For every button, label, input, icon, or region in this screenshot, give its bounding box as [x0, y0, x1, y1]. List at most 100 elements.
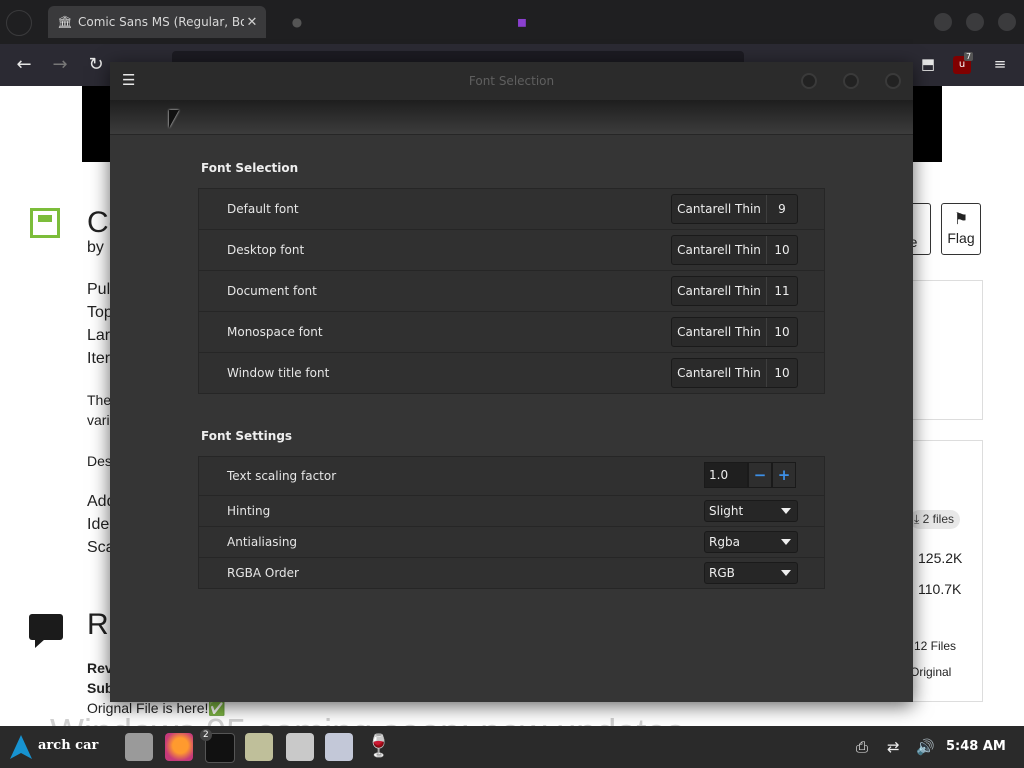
- font-size: 9: [778, 202, 786, 216]
- font-selection-dialog: Font Selection ☰ Font Selection Default …: [110, 62, 913, 702]
- font-row-monospace: Monospace font Cantarell Thin 10: [199, 312, 824, 353]
- dropdown-value: Slight: [709, 504, 744, 518]
- font-settings-list: Text scaling factor 1.0 − + Hinting Slig…: [198, 456, 825, 589]
- tab-comic-sans[interactable]: 🏛 Comic Sans MS (Regular, Bold) ✕: [48, 6, 266, 38]
- network-icon[interactable]: ⇄: [887, 737, 900, 757]
- font-name: Cantarell Thin: [672, 359, 767, 387]
- meta-line: Pul: [87, 281, 111, 298]
- author-line: by: [87, 239, 104, 256]
- menu-icon[interactable]: ≡: [990, 54, 1010, 74]
- setting-label: RGBA Order: [227, 566, 299, 580]
- maximize-icon[interactable]: [966, 13, 984, 31]
- font-name: Cantarell Thin: [672, 277, 767, 305]
- decrease-icon[interactable]: −: [748, 462, 772, 488]
- dropdown-arrow-icon: [781, 570, 791, 576]
- files-count: 12 Files: [914, 639, 957, 653]
- flag-icon: ⚑: [953, 209, 969, 228]
- close-window-icon[interactable]: [998, 13, 1016, 31]
- dropdown-value: RGB: [709, 566, 735, 580]
- font-row-window-title: Window title font Cantarell Thin 10: [199, 353, 824, 393]
- document-font-button[interactable]: Cantarell Thin 11: [671, 276, 798, 306]
- comment-icon: [29, 614, 63, 648]
- tab-second[interactable]: ●: [280, 6, 480, 38]
- scaling-spinbutton: 1.0 − +: [704, 462, 798, 488]
- tab-overflow-icon[interactable]: [6, 10, 32, 36]
- default-font-button[interactable]: Cantarell Thin 9: [671, 194, 798, 224]
- description-line: Des: [87, 453, 112, 469]
- start-menu-label[interactable]: arch car: [38, 738, 98, 753]
- font-selection-list: Default font Cantarell Thin 9 Desktop fo…: [198, 188, 825, 394]
- font-row-label: Default font: [227, 202, 299, 216]
- museum-icon: 🏛: [57, 15, 73, 29]
- increase-icon[interactable]: +: [772, 462, 796, 488]
- dialog-subheader: [110, 100, 913, 135]
- firefox-icon[interactable]: [165, 733, 193, 761]
- side-panel: [905, 280, 983, 420]
- mouse-cursor-icon: [169, 110, 179, 128]
- meta-line: Lar: [87, 327, 111, 344]
- archive-icon[interactable]: [286, 733, 314, 761]
- printer-icon[interactable]: ⎙: [856, 737, 868, 757]
- browser-tab-bar: 🏛 Comic Sans MS (Regular, Bold) ✕ ● ◼: [0, 0, 1024, 44]
- files-pill[interactable]: ⤓ 2 files: [910, 510, 960, 529]
- arch-logo-icon[interactable]: [8, 734, 34, 760]
- file-cabinet-icon[interactable]: [125, 733, 153, 761]
- font-size: 10: [774, 366, 790, 380]
- scaling-value-input[interactable]: 1.0: [704, 462, 748, 488]
- font-row-desktop: Desktop font Cantarell Thin 10: [199, 230, 824, 271]
- detail-line: Ide: [87, 516, 110, 533]
- meta-line: Top: [87, 304, 113, 321]
- clock[interactable]: 5:48 AM: [946, 739, 1006, 754]
- image-viewer-icon[interactable]: [245, 733, 273, 761]
- terminal-badge: 2: [200, 729, 212, 741]
- paragraph-line: vari: [87, 412, 110, 428]
- forward-icon[interactable]: →: [48, 53, 72, 77]
- font-size: 10: [774, 243, 790, 257]
- font-row-default: Default font Cantarell Thin 9: [199, 189, 824, 230]
- files-pill-label: 2 files: [922, 512, 954, 526]
- hamburger-menu-icon[interactable]: ☰: [122, 72, 138, 88]
- dialog-close-icon[interactable]: [885, 73, 901, 89]
- antialiasing-dropdown[interactable]: Rgba: [704, 531, 798, 553]
- reload-icon[interactable]: ↻: [84, 53, 108, 77]
- tab-favicon-icon: ◼: [517, 15, 527, 29]
- setting-label: Text scaling factor: [227, 469, 337, 483]
- flag-label: Flag: [947, 230, 975, 246]
- back-icon[interactable]: ←: [12, 53, 36, 77]
- font-row-label: Desktop font: [227, 243, 305, 257]
- dialog-maximize-icon[interactable]: [843, 73, 859, 89]
- desktop-font-button[interactable]: Cantarell Thin 10: [671, 235, 798, 265]
- paragraph-line: The: [87, 392, 112, 408]
- monospace-font-button[interactable]: Cantarell Thin 10: [671, 317, 798, 347]
- hinting-dropdown[interactable]: Slight: [704, 500, 798, 522]
- tab-title: Comic Sans MS (Regular, Bold): [78, 15, 244, 29]
- tab-third[interactable]: ◼: [505, 6, 685, 38]
- dropdown-arrow-icon: [781, 539, 791, 545]
- tab-close-icon[interactable]: ✕: [244, 15, 260, 30]
- dialog-minimize-icon[interactable]: [801, 73, 817, 89]
- font-size: 10: [774, 325, 790, 339]
- dropdown-arrow-icon: [781, 508, 791, 514]
- rgba-order-dropdown[interactable]: RGB: [704, 562, 798, 584]
- dropdown-value: Rgba: [709, 535, 740, 549]
- extensions-icon[interactable]: ⬒: [918, 54, 938, 74]
- wine-glass-icon[interactable]: 🍷: [365, 733, 393, 761]
- setting-row-antialiasing: Antialiasing Rgba: [199, 527, 824, 558]
- save-icon: [30, 208, 60, 238]
- volume-icon[interactable]: 🔊: [916, 737, 935, 757]
- font-size: 11: [774, 284, 790, 298]
- file-size: 125.2K: [918, 550, 963, 566]
- setting-row-scaling: Text scaling factor 1.0 − +: [199, 457, 824, 496]
- setting-row-hinting: Hinting Slight: [199, 496, 824, 527]
- flag-button[interactable]: ⚑ Flag: [941, 203, 981, 255]
- downloads-panel: [905, 440, 983, 702]
- dialog-header: Font Selection ☰: [110, 62, 913, 100]
- window-title-font-button[interactable]: Cantarell Thin 10: [671, 358, 798, 388]
- font-row-label: Window title font: [227, 366, 330, 380]
- section-heading-font-settings: Font Settings: [201, 429, 293, 443]
- font-name: Cantarell Thin: [672, 236, 767, 264]
- section-heading-font-selection: Font Selection: [201, 161, 299, 175]
- minimize-icon[interactable]: [934, 13, 952, 31]
- font-viewer-icon[interactable]: [325, 733, 353, 761]
- tab-favicon-icon: ●: [291, 15, 303, 29]
